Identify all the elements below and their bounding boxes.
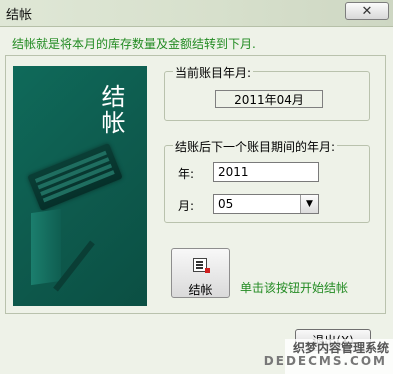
close-book-button[interactable]: 结帐 [171, 248, 230, 298]
ledger-icon [193, 258, 210, 273]
month-select[interactable]: 05 ▼ [213, 194, 319, 214]
year-label: 年: [178, 167, 195, 181]
window-close-button[interactable]: ✕ [345, 2, 389, 20]
current-period-display: 2011年04月 [215, 90, 323, 108]
chevron-down-icon[interactable]: ▼ [300, 195, 318, 213]
hint-text: 单击该按钮开始结帐 [240, 281, 349, 295]
info-text: 结帐就是将本月的库存数量及金额结转到下月. [12, 37, 256, 51]
watermark: 织梦内容管理系统 DEDECMS.COM [264, 339, 393, 374]
close-icon: ✕ [361, 3, 373, 19]
current-period-group: 当前账目年月: 2011年04月 [164, 64, 370, 121]
month-select-value: 05 [218, 197, 234, 211]
decorative-picture: 结帐 [13, 66, 147, 306]
month-label: 月: [178, 199, 195, 213]
current-period-legend: 当前账目年月: [173, 64, 254, 81]
year-input[interactable]: 2011 [213, 162, 319, 182]
picture-title: 结帐 [97, 84, 125, 136]
window-title: 结帐 [6, 8, 33, 23]
close-book-button-label: 结帐 [188, 283, 213, 297]
watermark-line2: DEDECMS.COM [263, 354, 387, 368]
keyboard-illustration [27, 142, 123, 212]
next-period-group: 结账后下一个账目期间的年月: 年: 2011 月: 05 ▼ [164, 138, 370, 223]
book-illustration [31, 208, 61, 286]
next-period-legend: 结账后下一个账目期间的年月: [173, 138, 338, 155]
title-bar[interactable]: 结帐 ✕ [0, 0, 393, 27]
